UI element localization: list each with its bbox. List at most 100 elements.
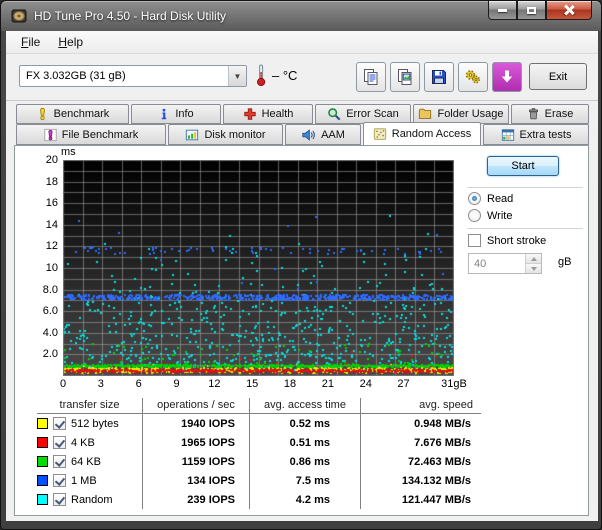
drive-selector[interactable]: FX 3.032GB (31 gB) ▼: [19, 65, 247, 87]
random-access-icon: [373, 127, 387, 141]
y-axis-unit-label: ms: [61, 146, 76, 158]
tab-error-scan-label: Error Scan: [346, 108, 399, 120]
x-tick-label: 12: [197, 378, 231, 390]
start-button[interactable]: Start: [487, 156, 559, 176]
y-tick-label: 16: [24, 197, 58, 209]
menu-file[interactable]: File: [12, 32, 49, 52]
short-stroke-row[interactable]: Short stroke: [468, 234, 546, 247]
row-4kb-label-cell: 4 KB: [37, 433, 142, 452]
row-64kb-speed: 72.463 MB/s: [360, 452, 481, 471]
save-button[interactable]: [424, 62, 454, 92]
menu-help[interactable]: Help: [49, 32, 92, 52]
app-window: HD Tune Pro 4.50 - Hard Disk Utility Fil…: [0, 0, 602, 530]
options-button[interactable]: [458, 62, 488, 92]
row-64kb-label-cell: 64 KB: [37, 452, 142, 471]
tab-aam-label: AAM: [321, 129, 345, 141]
col-header-operations: operations / sec: [142, 398, 249, 414]
x-tick-label: 3: [84, 378, 118, 390]
benchmark-icon: [36, 107, 49, 121]
short-stroke-spinner[interactable]: 40: [468, 253, 542, 274]
row-random-access: 4.2 ms: [249, 490, 360, 509]
row-4kb-iops: 1965 IOPS: [142, 433, 249, 452]
gear-icon: [464, 68, 482, 86]
copy-image-icon: [396, 68, 414, 86]
y-tick-label: 20: [24, 154, 58, 166]
temperature-value: – °C: [272, 68, 297, 83]
tab-error-scan[interactable]: Error Scan: [315, 104, 411, 124]
copy-text-icon: [362, 68, 380, 86]
read-radio-label: Read: [487, 193, 513, 205]
col-header-transfer-size: transfer size: [37, 398, 142, 414]
series-color-swatch: [37, 475, 48, 486]
short-stroke-checkbox[interactable]: [468, 234, 481, 247]
row-1mb-label-cell: 1 MB: [37, 471, 142, 490]
exit-button[interactable]: Exit: [529, 63, 587, 90]
tab-benchmark-label: Benchmark: [54, 108, 110, 120]
close-button[interactable]: [546, 1, 592, 20]
tab-aam[interactable]: AAM: [285, 124, 361, 145]
series-checkbox[interactable]: [53, 455, 66, 468]
x-tick-label: 0: [46, 378, 80, 390]
write-radio-row[interactable]: Write: [468, 209, 512, 222]
tab-disk-monitor[interactable]: Disk monitor: [168, 124, 283, 145]
download-button[interactable]: [492, 62, 522, 92]
copy-text-button[interactable]: [356, 62, 386, 92]
write-radio[interactable]: [468, 209, 481, 222]
tab-random-access-label: Random Access: [392, 128, 471, 140]
series-label: 4 KB: [71, 437, 95, 449]
row-4kb-access: 0.51 ms: [249, 433, 360, 452]
row-64kb-access: 0.86 ms: [249, 452, 360, 471]
tab-erase-label: Erase: [545, 108, 574, 120]
y-tick-label: 18: [24, 176, 58, 188]
disk-monitor-icon: [185, 128, 199, 142]
tab-disk-monitor-label: Disk monitor: [204, 129, 265, 141]
file-benchmark-icon: [44, 128, 57, 142]
copy-image-button[interactable]: [390, 62, 420, 92]
y-tick-label: 2.0: [24, 348, 58, 360]
tab-extra-tests[interactable]: Extra tests: [483, 124, 589, 145]
speaker-icon: [301, 128, 316, 142]
y-tick-label: 6.0: [24, 305, 58, 317]
tab-folder-usage-label: Folder Usage: [437, 108, 503, 120]
tab-folder-usage[interactable]: Folder Usage: [413, 104, 509, 124]
read-radio[interactable]: [468, 192, 481, 205]
folder-icon: [418, 107, 432, 121]
series-checkbox[interactable]: [53, 493, 66, 506]
row-64kb-iops: 1159 IOPS: [142, 452, 249, 471]
tab-benchmark[interactable]: Benchmark: [16, 104, 129, 124]
series-label: 1 MB: [71, 475, 97, 487]
up-arrow-icon: [531, 257, 537, 261]
col-header-avg-speed: avg. speed: [360, 398, 481, 414]
window-title: HD Tune Pro 4.50 - Hard Disk Utility: [34, 9, 226, 23]
series-color-swatch: [37, 437, 48, 448]
spinner-up-button[interactable]: [526, 254, 541, 263]
tab-health[interactable]: Health: [223, 104, 313, 124]
minimize-icon: [498, 9, 507, 12]
x-tick-label: 27: [387, 378, 421, 390]
spinner-buttons: [525, 254, 541, 273]
row-512bytes-access: 0.52 ms: [249, 414, 360, 433]
maximize-icon: [527, 7, 536, 14]
magnifier-icon: [327, 107, 341, 121]
info-icon: [158, 107, 170, 121]
series-checkbox[interactable]: [53, 417, 66, 430]
x-tick-label: 24: [349, 378, 383, 390]
read-radio-row[interactable]: Read: [468, 192, 513, 205]
row-512bytes-speed: 0.948 MB/s: [360, 414, 481, 433]
series-checkbox[interactable]: [53, 474, 66, 487]
row-random-speed: 121.447 MB/s: [360, 490, 481, 509]
tab-file-benchmark[interactable]: File Benchmark: [16, 124, 166, 145]
tab-erase[interactable]: Erase: [511, 104, 589, 124]
x-tick-label: 21: [311, 378, 345, 390]
series-checkbox[interactable]: [53, 436, 66, 449]
maximize-button[interactable]: [517, 1, 546, 20]
y-tick-label: 4.0: [24, 327, 58, 339]
tab-random-access[interactable]: Random Access: [363, 122, 481, 145]
series-color-swatch: [37, 418, 48, 429]
chevron-down-icon[interactable]: ▼: [228, 66, 246, 86]
window-controls: [488, 1, 592, 20]
tab-info[interactable]: Info: [131, 104, 221, 124]
minimize-button[interactable]: [488, 1, 517, 20]
spinner-down-button[interactable]: [526, 263, 541, 273]
save-icon: [430, 68, 448, 86]
